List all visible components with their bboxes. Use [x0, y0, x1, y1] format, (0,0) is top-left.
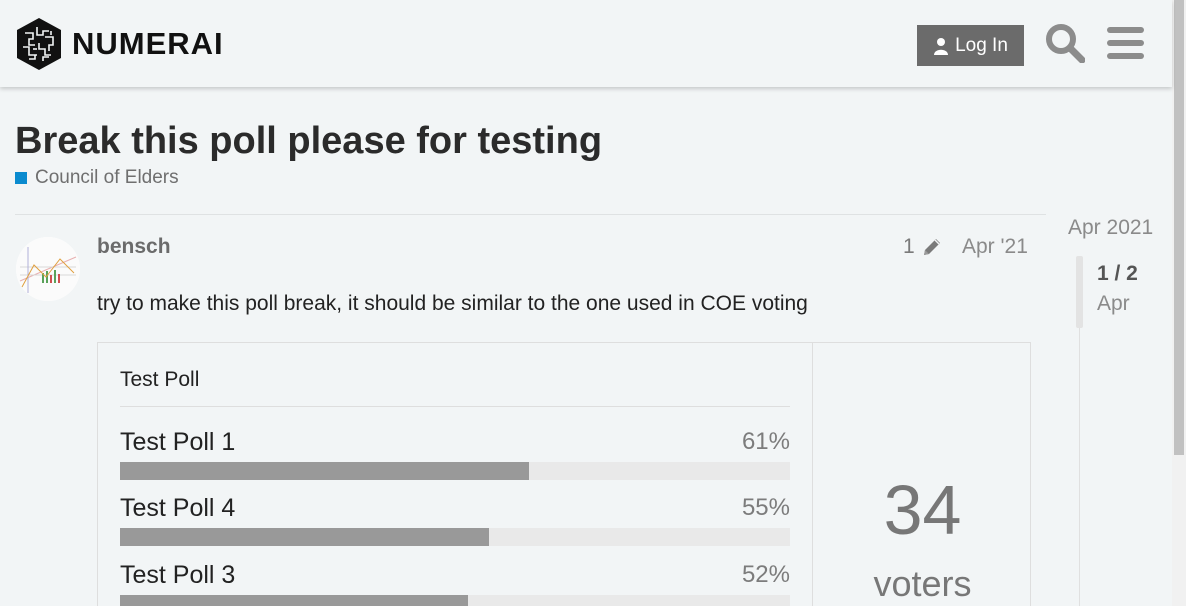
poll-option-percent: 61%	[741, 428, 790, 455]
search-icon[interactable]	[1045, 23, 1085, 63]
hamburger-menu-icon[interactable]	[1107, 26, 1144, 60]
poll: Test Poll Test Poll 1 61% Test Poll 4 55…	[97, 342, 1031, 606]
timeline-current-date: Apr	[1097, 292, 1130, 315]
user-icon	[934, 37, 949, 55]
poll-option: Test Poll 3 52%	[120, 561, 790, 606]
poll-title-divider	[120, 406, 790, 407]
brand-name: NUMERAI	[72, 26, 224, 61]
category-badge[interactable]: Council of Elders	[15, 167, 179, 189]
poll-title: Test Poll	[120, 368, 200, 391]
post-author[interactable]: bensch	[97, 235, 171, 259]
timeline-position: 1 / 2	[1097, 262, 1138, 285]
category-color-swatch	[15, 172, 27, 184]
poll-option-bar-fill	[120, 528, 489, 546]
poll-option-label: Test Poll 1	[120, 428, 236, 456]
log-in-button[interactable]: Log In	[917, 25, 1024, 66]
numerai-logo[interactable]: NUMERAI	[15, 17, 224, 71]
avatar-image	[16, 237, 80, 301]
category-name: Council of Elders	[35, 167, 179, 188]
poll-option-bar-track	[120, 595, 790, 606]
post-date[interactable]: Apr '21	[962, 235, 1028, 259]
site-header: NUMERAI Log In	[0, 0, 1172, 87]
poll-option-label: Test Poll 3	[120, 561, 236, 589]
poll-option-percent: 52%	[741, 561, 790, 588]
log-in-label: Log In	[955, 34, 1008, 56]
pencil-icon	[923, 239, 940, 255]
voter-count: 34	[883, 471, 962, 549]
edit-history[interactable]: 1	[903, 235, 943, 259]
page-scrollbar-thumb[interactable]	[1174, 0, 1184, 455]
voters-label: voters	[873, 563, 972, 604]
poll-option-bar-fill	[120, 462, 529, 480]
poll-option-percent: 55%	[741, 494, 790, 521]
post-body: try to make this poll break, it should b…	[97, 292, 808, 315]
timeline-start-date[interactable]: Apr 2021	[1068, 216, 1153, 240]
edit-count: 1	[903, 235, 915, 258]
numerai-logo-mark-icon	[17, 18, 61, 70]
timeline-handle[interactable]	[1076, 256, 1083, 328]
poll-option-label: Test Poll 4	[120, 494, 236, 522]
poll-option: Test Poll 4 55%	[120, 494, 790, 550]
poll-option: Test Poll 1 61%	[120, 428, 790, 484]
poll-option-bar-track	[120, 462, 790, 480]
topic-title[interactable]: Break this poll please for testing	[15, 120, 602, 163]
poll-option-bar-track	[120, 528, 790, 546]
title-divider	[15, 214, 1046, 215]
poll-voters-panel: 34 voters	[812, 343, 1031, 606]
user-avatar[interactable]	[16, 237, 80, 301]
poll-option-bar-fill	[120, 595, 469, 606]
